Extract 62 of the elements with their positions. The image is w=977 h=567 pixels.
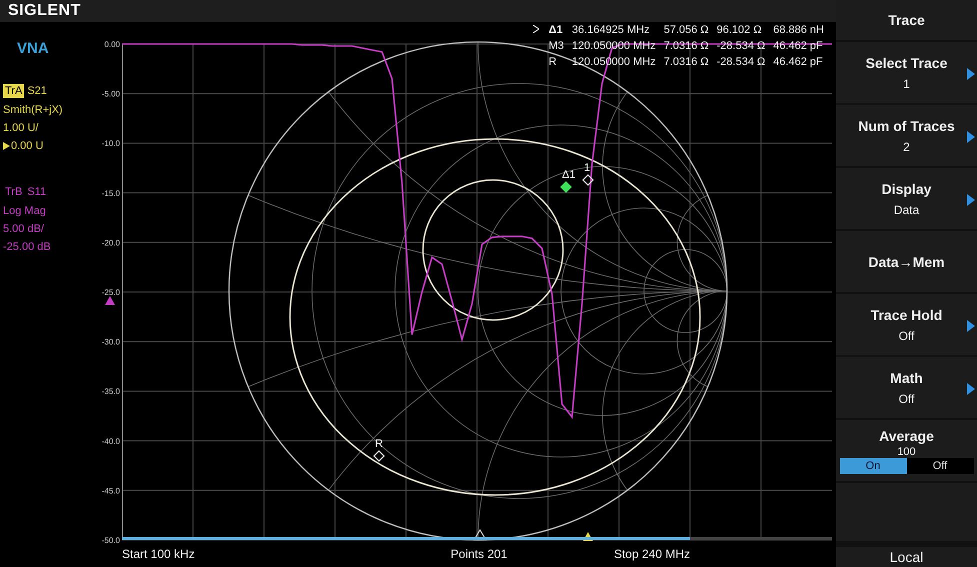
start-frequency: Start 100 kHz [122, 546, 196, 560]
marker-name[interactable]: Δ1 [548, 24, 564, 36]
trace-reference: -25.00 dB [3, 241, 51, 253]
marker-triangle-icon [473, 529, 487, 540]
y-axis-label: -5.00 [102, 90, 120, 99]
menu-item[interactable]: Math Off [836, 357, 977, 418]
marker-diamond-icon[interactable] [373, 450, 385, 462]
y-axis-label: -10.0 [102, 139, 120, 148]
y-axis-label: -50.0 [102, 536, 120, 545]
y-axis-label: -30.0 [102, 338, 120, 347]
reference-arrow-icon [3, 142, 10, 150]
trace-parameter: S11 [27, 186, 46, 198]
marker-frequency: 36.164925 MHz [572, 24, 651, 36]
marker-label: 1 [584, 162, 590, 174]
menu-item[interactable]: Display Data [836, 168, 977, 229]
trace-scale: 5.00 dB/ [3, 223, 45, 235]
marker-diamond-icon[interactable] [560, 181, 572, 193]
y-axis-label: -35.0 [102, 387, 120, 396]
trace-scale: 1.00 U/ [3, 122, 40, 134]
local-button[interactable]: Local [836, 547, 977, 567]
y-axis-label: -25.0 [102, 288, 120, 297]
marker-diamond-icon[interactable] [582, 174, 594, 186]
marker-resistance: 7.0316 Ω [664, 56, 709, 68]
menu-item-label: Average [879, 428, 934, 444]
trace-format: Log Mag [3, 205, 47, 217]
trace-parameter: S21 [27, 85, 47, 97]
menu-item-value: 100 [897, 446, 916, 458]
y-axis-label: -40.0 [102, 436, 120, 446]
marker-reactance: -28.534 Ω [716, 56, 766, 68]
trace-tag[interactable]: TrA [3, 84, 24, 98]
trace-format: Smith(R+jX) [3, 104, 64, 116]
submenu-arrow-icon [967, 194, 975, 206]
mode-label: VNA [16, 40, 50, 57]
menu-item[interactable]: Select Trace 1 [836, 42, 977, 103]
y-axis-label: 0.00 [104, 40, 120, 49]
menu-title: Trace [836, 0, 977, 40]
marker-lc-value: 46.462 pF [773, 56, 824, 68]
y-axis-label: -20.0 [102, 238, 120, 248]
marker-name[interactable]: R [548, 56, 564, 68]
toggle-option[interactable]: Off [906, 458, 974, 474]
marker-reactance: 96.102 Ω [716, 24, 763, 36]
marker-lc-value: 68.886 nH [773, 24, 824, 36]
marker-name[interactable]: M3 [548, 40, 564, 52]
reference-level-icon [105, 296, 115, 305]
marker-label: Δ1 [562, 169, 576, 181]
marker-label: R [375, 438, 383, 450]
submenu-arrow-icon [967, 383, 975, 395]
submenu-arrow-icon [967, 320, 975, 332]
stop-frequency: Stop 240 MHz [612, 546, 691, 560]
menu-item[interactable]: Data→Mem [836, 231, 977, 292]
y-axis-label: -45.0 [102, 486, 120, 496]
toggle-option[interactable]: On [840, 458, 906, 474]
submenu-arrow-icon [967, 68, 975, 80]
y-axis-label: -15.0 [102, 188, 120, 198]
trace-tag[interactable]: TrB [3, 185, 24, 199]
brand-logo: SIGLENT [8, 2, 81, 20]
marker-resistance: 57.056 Ω [664, 24, 709, 36]
menu-item[interactable]: Num of Traces 2 [836, 105, 977, 166]
sweep-points: Points 201 [450, 546, 508, 560]
trace-reference: 0.00 U [11, 140, 44, 152]
submenu-arrow-icon [967, 131, 975, 143]
menu-item[interactable]: Trace Hold Off [836, 294, 977, 355]
